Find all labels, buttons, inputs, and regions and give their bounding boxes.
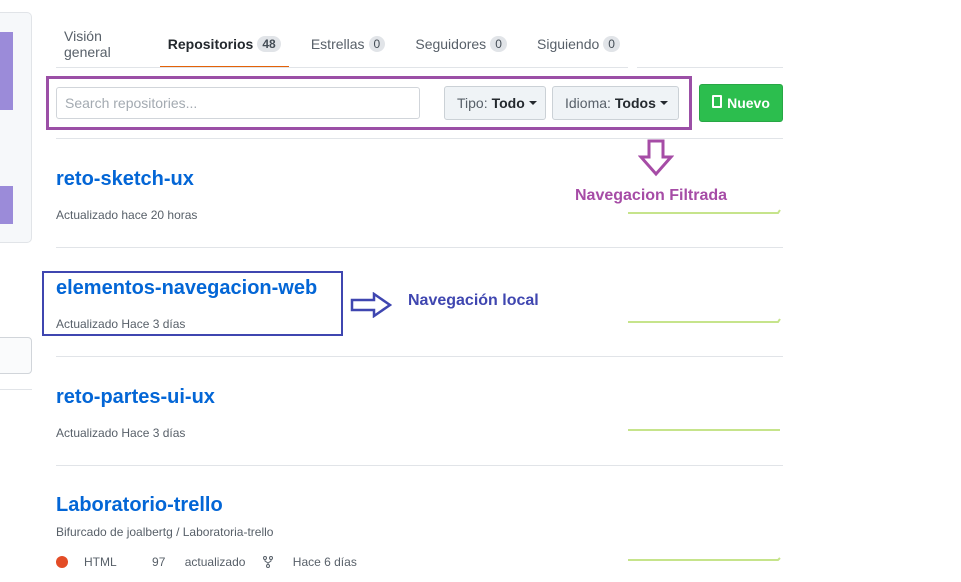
repo-updated: Actualizado Hace 3 días [56,426,186,440]
sidebar-button-fragment[interactable] [0,337,32,374]
language-color-dot [56,556,68,568]
repo-link[interactable]: reto-sketch-ux [56,168,194,191]
repo-link[interactable]: elementos-navegacion-web [56,277,317,300]
sidebar-divider [0,389,32,390]
activity-sparkline [628,318,781,323]
tab-repositorios[interactable]: Repositorios 48 [159,20,289,68]
tab-estrellas[interactable]: Estrellas 0 [303,20,393,68]
filter-annotation-box [46,76,692,130]
list-item: reto-sketch-ux Actualizado hace 20 horas [56,168,783,222]
fork-icon [263,556,274,568]
activity-sparkline [628,557,781,561]
repo-updated: Hace 6 días [292,555,357,569]
repo-divider [56,247,783,248]
tab-label: Visión general [64,28,111,60]
tab-count: 0 [490,36,507,52]
tab-label: Siguiendo [537,36,600,52]
repo-link[interactable]: Laboratorio-trello [56,494,223,517]
tab-label: Seguidores [415,36,487,52]
tab-label: Repositorios [167,36,254,52]
profile-tabs: Visión general Repositorios 48 Estrellas… [56,20,628,68]
repo-updated: Actualizado Hace 3 días [56,317,186,331]
repo-meta-row: HTML 97 actualizado Hace 6 días [56,555,373,569]
repo-divider [56,356,783,357]
tab-count: 48 [257,36,281,52]
tab-count: 0 [368,36,386,52]
repo-divider [56,465,783,466]
repo-updated: Actualizado hace 20 horas [56,208,198,222]
book-icon [712,94,723,108]
tab-seguidores[interactable]: Seguidores 0 [407,20,515,68]
tab-count: 0 [603,36,620,52]
activity-sparkline [628,209,781,214]
repo-forks: actualizado [185,555,274,569]
annotation-navegacion-local: Navegación local [408,292,539,309]
tab-siguiendo[interactable]: Siguiendo 0 [529,20,628,68]
list-item: Laboratorio-trello Bifurcado de joalbert… [56,494,783,569]
sidebar-avatar-fragment [0,32,13,110]
tab-vision-general[interactable]: Visión general [56,20,146,68]
new-repository-button[interactable]: Nuevo [699,84,783,122]
sidebar-highlight-fragment [0,186,13,224]
list-item: reto-partes-ui-ux Actualizado Hace 3 día… [56,386,783,440]
repo-language: HTML [56,555,133,569]
right-arrow-icon [350,292,392,318]
tabs-divider [56,67,628,68]
tab-label: Estrellas [310,36,365,52]
repo-stars: 97 [152,555,166,569]
activity-sparkline [628,429,780,431]
new-button-label: Nuevo [727,95,770,111]
repo-forked-from: Bifurcado de joalbertg / Laboratoria-tre… [56,525,274,539]
tabs-divider-right [637,67,783,68]
repo-link[interactable]: reto-partes-ui-ux [56,386,215,409]
